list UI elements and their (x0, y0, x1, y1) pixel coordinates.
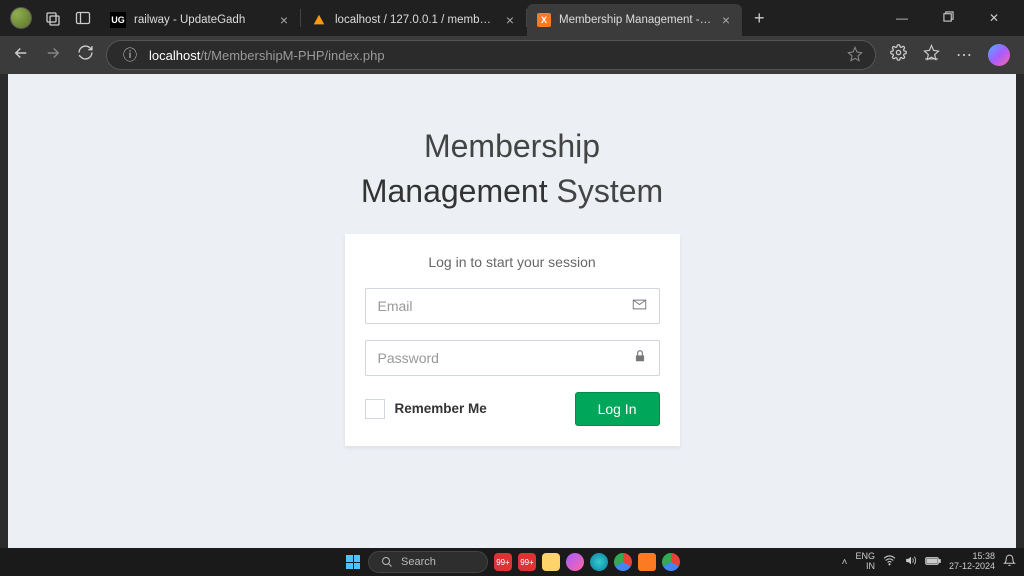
titlebar-left (4, 7, 92, 29)
minimize-button[interactable]: — (888, 11, 916, 25)
xampp-icon[interactable] (638, 553, 656, 571)
page-viewport: Membership Management System Log in to s… (8, 74, 1016, 548)
notifications-icon[interactable] (1003, 554, 1016, 570)
password-field[interactable] (378, 350, 633, 366)
login-box: Log in to start your session Remember Me (345, 234, 680, 446)
close-window-button[interactable]: ✕ (980, 11, 1008, 25)
password-group (365, 340, 660, 376)
taskbar: Search 99+ 99+ ˄ ENG IN 15:38 27-12-2024 (0, 548, 1024, 576)
url-host: localhost (149, 48, 200, 63)
battery-icon[interactable] (925, 556, 941, 569)
taskbar-search[interactable]: Search (368, 551, 488, 573)
tray-app-4[interactable] (566, 553, 584, 571)
maximize-button[interactable] (934, 11, 962, 25)
workspaces-icon[interactable] (74, 9, 92, 27)
start-button[interactable] (344, 553, 362, 571)
remember-me[interactable]: Remember Me (365, 399, 487, 419)
tray-app-1[interactable]: 99+ (494, 553, 512, 571)
login-message: Log in to start your session (365, 254, 660, 270)
close-icon[interactable]: × (720, 12, 732, 28)
toolbar-right: ⋯ (886, 44, 1014, 66)
tray-app-8[interactable] (662, 553, 680, 571)
volume-icon[interactable] (904, 554, 917, 570)
brand-line1: Membership (8, 124, 1016, 169)
tray-app-2[interactable]: 99+ (518, 553, 536, 571)
tab-phpmyadmin[interactable]: localhost / 127.0.0.1 / membershi... × (301, 4, 526, 36)
tab-title: railway - UpdateGadh (134, 14, 270, 26)
favorites-icon[interactable] (923, 44, 940, 66)
clock[interactable]: 15:38 27-12-2024 (949, 552, 995, 572)
forward-button[interactable] (42, 44, 64, 67)
tab-membership-active[interactable]: X Membership Management - upda... × (527, 4, 742, 36)
favicon-phpmyadmin (311, 12, 327, 28)
profile-avatar[interactable] (10, 7, 32, 29)
more-icon[interactable]: ⋯ (956, 45, 972, 65)
brand-heading: Membership Management System (8, 124, 1016, 214)
edge-icon[interactable] (590, 553, 608, 571)
envelope-icon (632, 297, 647, 315)
remember-checkbox[interactable] (365, 399, 385, 419)
file-explorer-icon[interactable] (542, 553, 560, 571)
tab-actions-icon[interactable] (44, 9, 62, 27)
tray-chevron-icon[interactable]: ˄ (842, 557, 848, 568)
system-tray: ˄ ENG IN 15:38 27-12-2024 (842, 552, 1024, 572)
close-icon[interactable]: × (504, 12, 516, 28)
lock-icon (633, 349, 647, 366)
email-group (365, 288, 660, 324)
brand-strong: Management (361, 173, 548, 209)
copilot-icon[interactable] (988, 44, 1010, 66)
tab-title: Membership Management - upda... (559, 14, 712, 26)
toolbar: ⓘ localhost/t/MembershipM-PHP/index.php … (0, 36, 1024, 74)
login-page: Membership Management System Log in to s… (8, 74, 1016, 446)
url-path: /t/MembershipM-PHP/index.php (200, 48, 384, 63)
login-button[interactable]: Log In (575, 392, 660, 426)
taskbar-center: Search 99+ 99+ (344, 551, 680, 573)
brand-light: System (548, 173, 664, 209)
site-info-icon[interactable]: ⓘ (119, 45, 141, 65)
language-indicator[interactable]: ENG IN (855, 552, 875, 572)
wifi-icon[interactable] (883, 554, 896, 570)
chrome-icon[interactable] (614, 553, 632, 571)
address-bar[interactable]: ⓘ localhost/t/MembershipM-PHP/index.php (106, 40, 876, 70)
favicon-railway: UG (110, 12, 126, 28)
favicon-xampp: X (537, 13, 551, 27)
url-text: localhost/t/MembershipM-PHP/index.php (149, 48, 385, 63)
email-field[interactable] (378, 298, 632, 314)
tab-title: localhost / 127.0.0.1 / membershi... (335, 14, 496, 26)
browser-titlebar: UG railway - UpdateGadh × localhost / 12… (0, 0, 1024, 36)
remember-label: Remember Me (395, 401, 487, 416)
tab-railway[interactable]: UG railway - UpdateGadh × (100, 4, 300, 36)
window-controls: — ✕ (888, 11, 1020, 25)
tab-strip: UG railway - UpdateGadh × localhost / 12… (100, 0, 777, 36)
refresh-button[interactable] (74, 44, 96, 66)
extensions-icon[interactable] (890, 44, 907, 66)
favorite-icon[interactable] (847, 46, 863, 65)
new-tab-button[interactable]: + (742, 8, 777, 29)
login-actions: Remember Me Log In (365, 392, 660, 426)
close-icon[interactable]: × (278, 12, 290, 28)
back-button[interactable] (10, 44, 32, 67)
search-placeholder: Search (401, 556, 436, 568)
